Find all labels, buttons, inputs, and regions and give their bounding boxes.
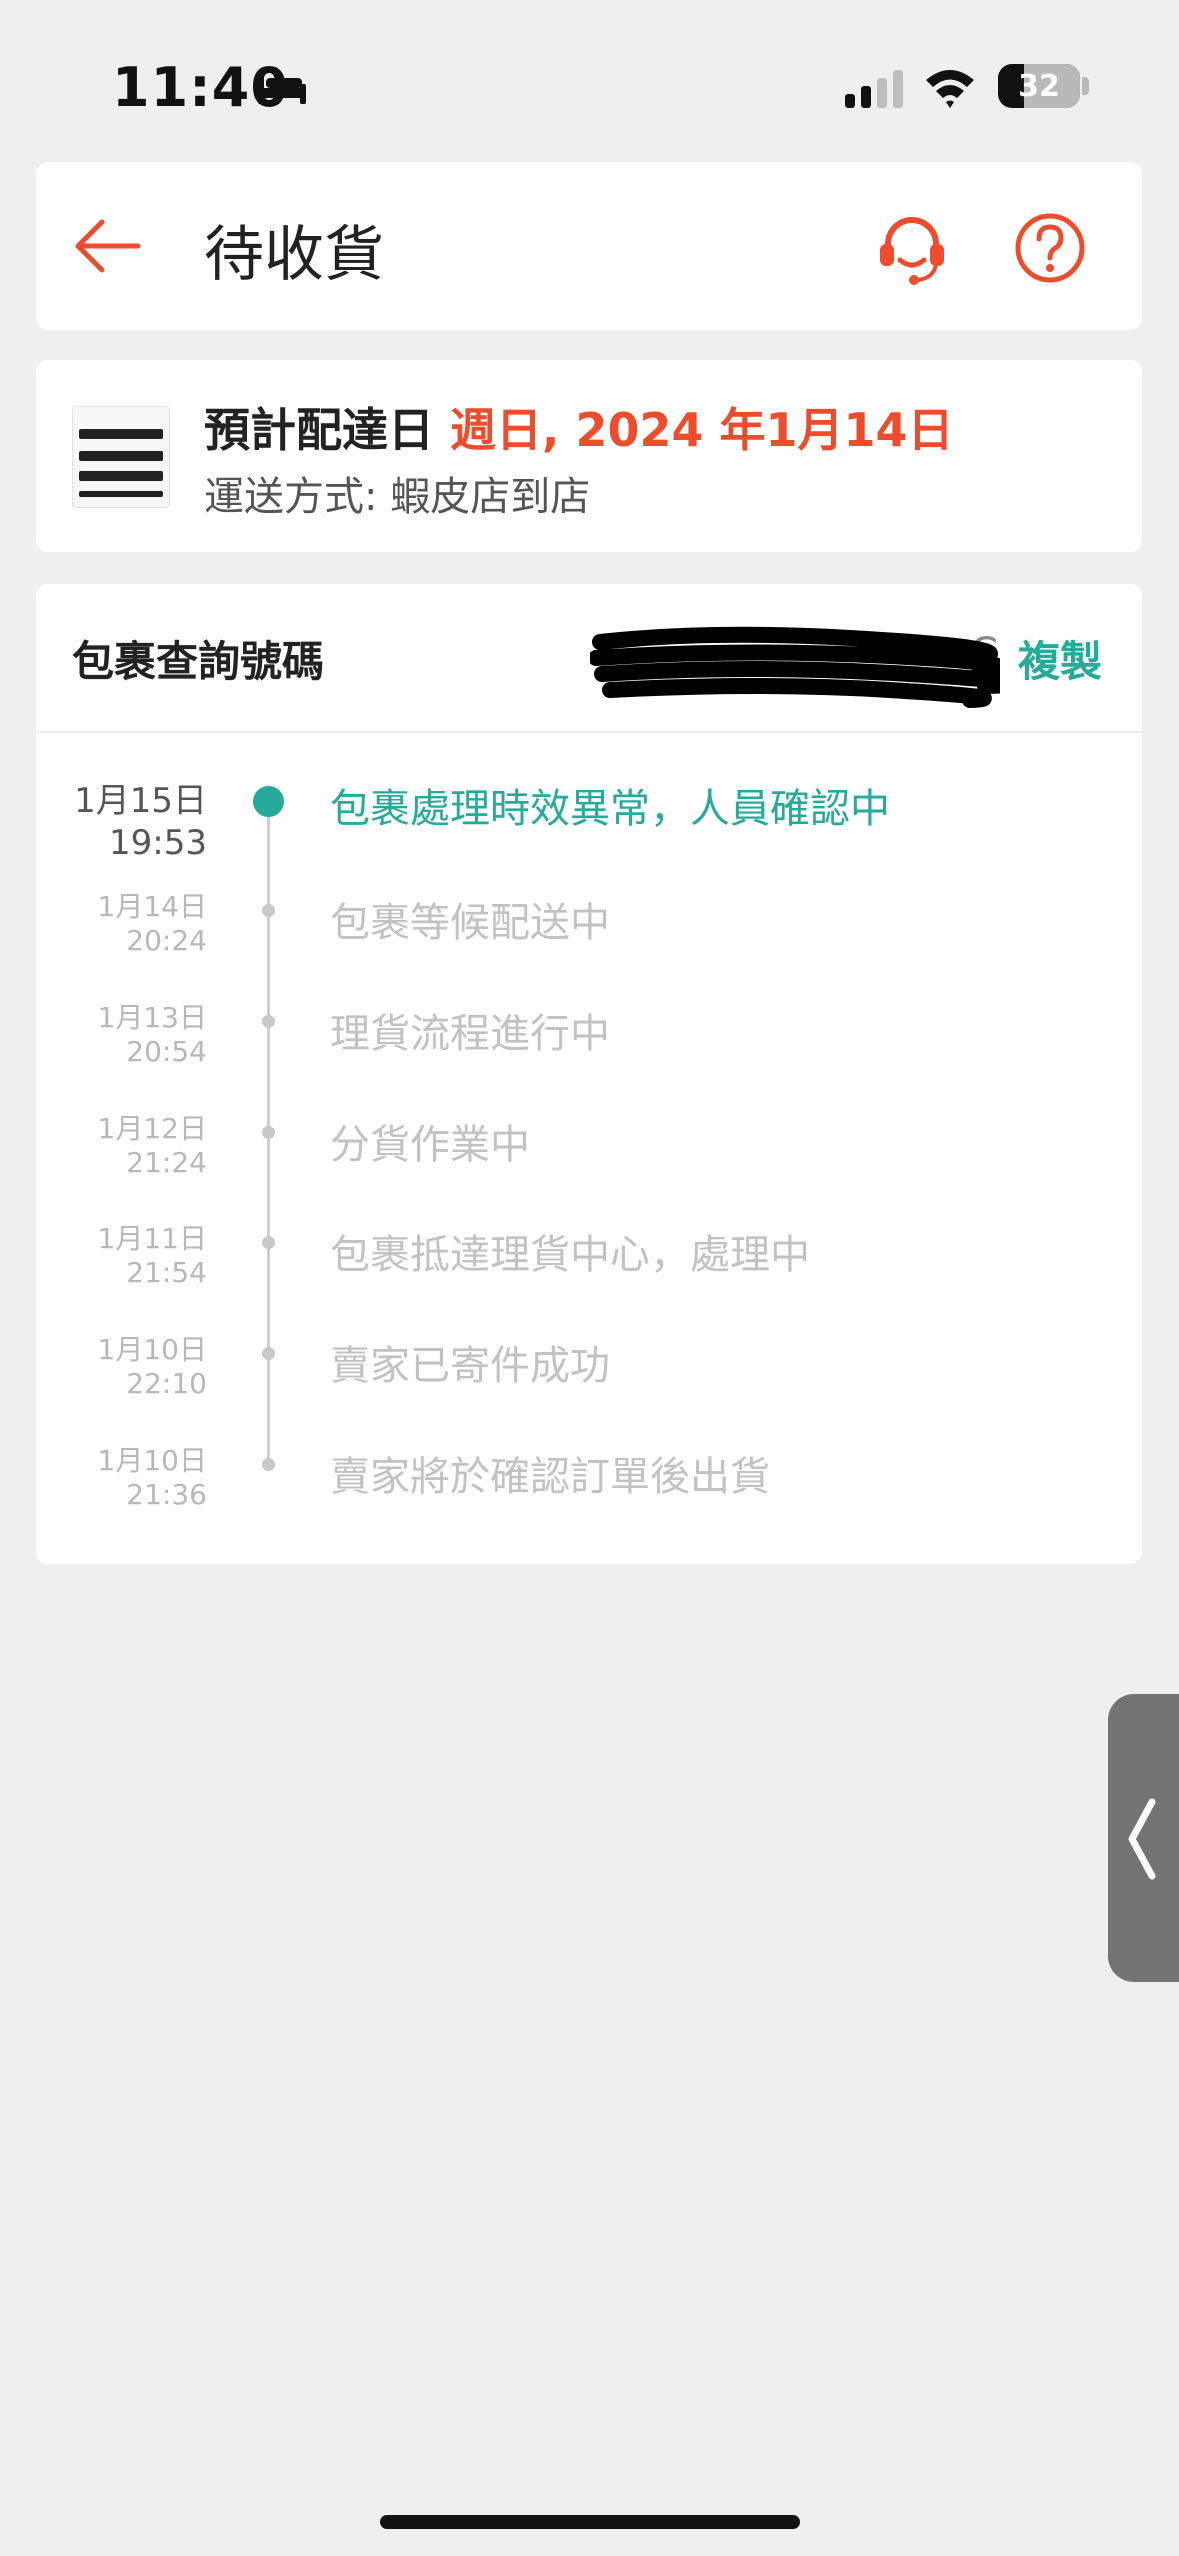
event-datetime: 1月15日 19:53	[74, 780, 207, 864]
home-indicator	[380, 2515, 800, 2529]
battery-tip	[1082, 77, 1089, 95]
event-datetime: 1月14日 20:24	[98, 890, 207, 958]
event-time: 20:54	[126, 1035, 207, 1068]
event-date: 1月13日	[97, 1001, 207, 1034]
event-date: 1月11日	[97, 1222, 207, 1255]
event-dot-active	[253, 786, 284, 817]
event-date: 1月10日	[97, 1444, 207, 1477]
event-description: 包裹等候配送中	[330, 900, 610, 946]
battery-icon: 32	[998, 64, 1080, 108]
event-description: 理貨流程進行中	[330, 1011, 610, 1057]
divider	[36, 731, 1142, 733]
chevron-left-icon[interactable]	[1124, 1796, 1160, 1882]
event-time: 22:10	[126, 1367, 207, 1400]
eta-label: 預計配達日	[204, 403, 434, 457]
page-title: 待收貨	[204, 220, 384, 290]
event-date: 1月15日	[74, 781, 207, 821]
event-date: 1月12日	[97, 1112, 207, 1145]
event-description: 包裹抵達理貨中心，處理中	[330, 1232, 810, 1278]
copy-button[interactable]: 複製	[1018, 628, 1102, 689]
wifi-icon	[926, 70, 974, 108]
event-dot	[262, 1126, 275, 1139]
event-description: 賣家已寄件成功	[330, 1343, 610, 1389]
event-datetime: 1月10日 22:10	[98, 1333, 207, 1401]
bed-icon	[258, 74, 306, 104]
event-dot	[262, 1458, 275, 1471]
event-time: 21:24	[126, 1146, 207, 1179]
event-datetime: 1月12日 21:24	[98, 1112, 207, 1180]
help-icon[interactable]	[1014, 212, 1086, 284]
event-time: 19:53	[109, 823, 207, 863]
redaction-scribble	[590, 626, 1000, 708]
event-description: 包裹處理時效異常，人員確認中	[330, 786, 890, 832]
event-time: 21:36	[126, 1478, 207, 1511]
event-datetime: 1月13日 20:54	[98, 1001, 207, 1069]
product-thumbnail[interactable]	[72, 406, 170, 508]
event-time: 21:54	[126, 1256, 207, 1289]
battery-percent: 32	[1018, 68, 1060, 104]
event-dot	[262, 1015, 275, 1028]
back-arrow-icon[interactable]	[72, 210, 144, 282]
event-time: 20:24	[126, 924, 207, 957]
customer-service-icon[interactable]	[872, 208, 952, 288]
event-datetime: 1月10日 21:36	[98, 1444, 207, 1512]
eta-line: 預計配達日 週日, 2024 年1月14日	[204, 394, 954, 460]
event-description: 分貨作業中	[330, 1122, 530, 1168]
tracking-number-label: 包裹查詢號碼	[72, 637, 325, 686]
eta-date: 週日, 2024 年1月14日	[450, 403, 954, 457]
event-description: 賣家將於確認訂單後出貨	[330, 1454, 770, 1500]
signal-icon	[845, 70, 903, 108]
event-datetime: 1月11日 21:54	[98, 1222, 207, 1290]
event-dot	[262, 1347, 275, 1360]
event-date: 1月10日	[97, 1333, 207, 1366]
event-date: 1月14日	[97, 890, 207, 923]
event-dot	[262, 1236, 275, 1249]
shipping-method: 運送方式: 蝦皮店到店	[204, 474, 591, 520]
header-bar	[36, 162, 1142, 330]
event-dot	[262, 904, 275, 917]
